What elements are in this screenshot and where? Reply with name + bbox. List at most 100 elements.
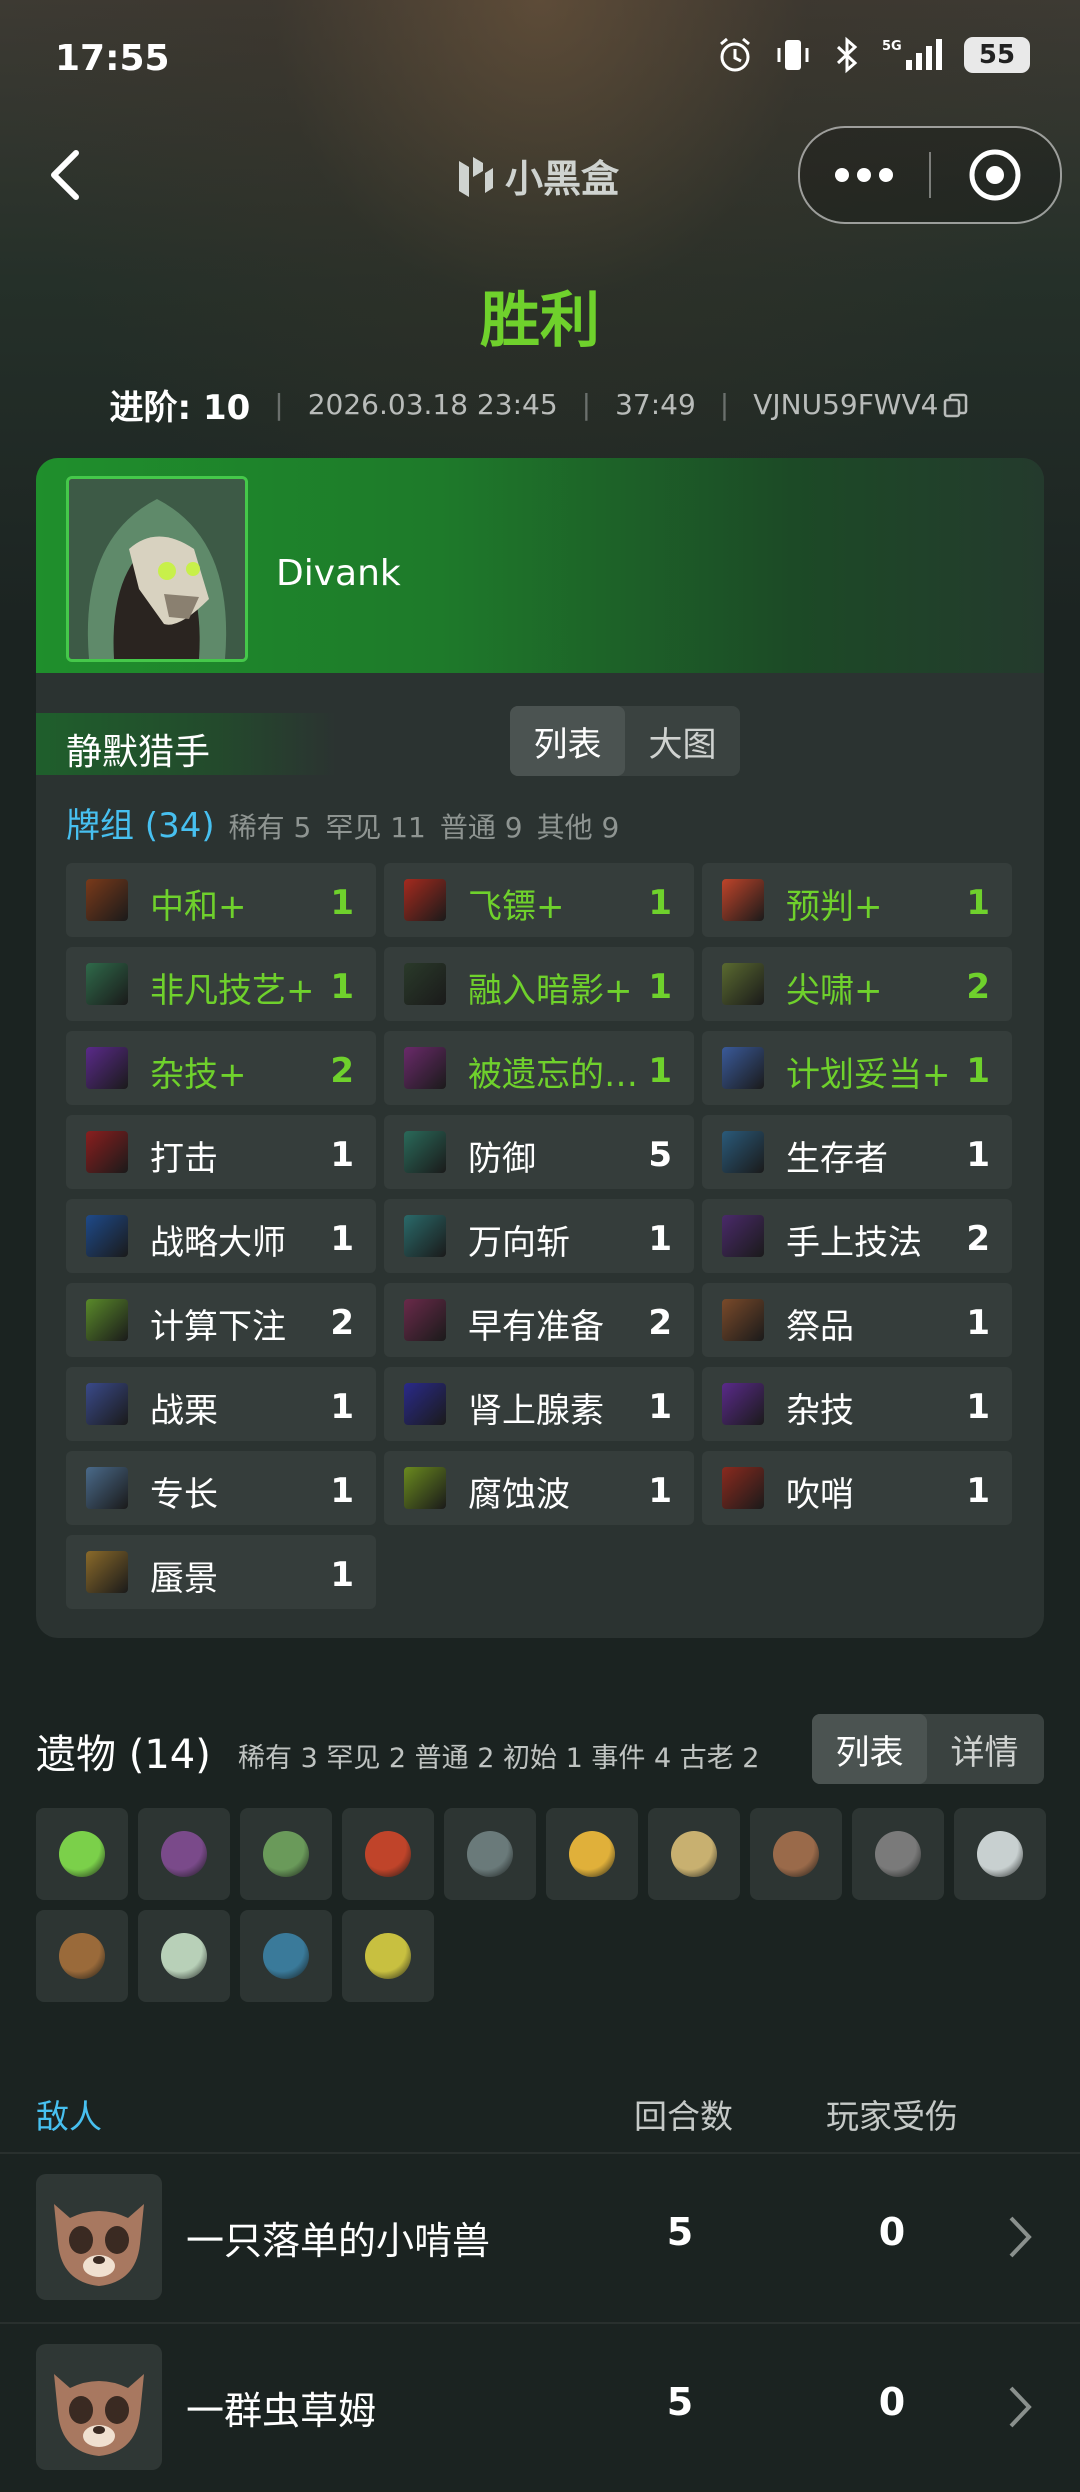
- deck-stat-common: 普通 9: [439, 811, 523, 844]
- list-view-button[interactable]: 列表: [510, 706, 625, 776]
- character-name: 静默猎手: [66, 732, 211, 773]
- card-name: 生存者: [786, 1139, 888, 1179]
- relic-slot[interactable]: [138, 1910, 230, 2002]
- deck-card-item[interactable]: 预判+ 1: [702, 863, 1012, 937]
- close-miniapp-button[interactable]: [931, 128, 1059, 222]
- deck-card-item[interactable]: 万向斩 1: [384, 1199, 694, 1273]
- card-count: 1: [330, 967, 354, 1007]
- deck-card-item[interactable]: 专长 1: [66, 1451, 376, 1525]
- card-name: 万向斩: [468, 1223, 570, 1263]
- deck-card-item[interactable]: 杂技+ 2: [66, 1031, 376, 1105]
- relic-slot[interactable]: [750, 1808, 842, 1900]
- deck-card-item[interactable]: 计划妥当+ 1: [702, 1031, 1012, 1105]
- card-name: 专长: [150, 1475, 218, 1515]
- more-button[interactable]: [800, 128, 928, 222]
- card-art-icon: [404, 1131, 446, 1173]
- card-name: 防御: [468, 1139, 536, 1179]
- deck-card-item[interactable]: 战栗 1: [66, 1367, 376, 1441]
- mango-icon: [365, 1933, 411, 1979]
- deck-card-item[interactable]: 防御 5: [384, 1115, 694, 1189]
- deck-card-item[interactable]: 计算下注 2: [66, 1283, 376, 1357]
- copy-icon[interactable]: [942, 391, 970, 419]
- card-count: 1: [966, 1387, 990, 1427]
- card-count: 1: [648, 967, 672, 1007]
- card-count: 1: [966, 1051, 990, 1091]
- card-art-icon: [404, 879, 446, 921]
- back-button[interactable]: [40, 145, 90, 205]
- relic-slot[interactable]: [342, 1808, 434, 1900]
- deck-view-toggle: 列表 大图: [510, 706, 740, 776]
- card-count: 1: [330, 1471, 354, 1511]
- relic-slot[interactable]: [240, 1910, 332, 2002]
- meta-separator: |: [581, 388, 592, 421]
- deck-card-item[interactable]: 尖啸+ 2: [702, 947, 1012, 1021]
- enemy-row[interactable]: 一只落单的小啃兽 5 0: [0, 2152, 1080, 2322]
- card-name: 计算下注: [150, 1307, 286, 1347]
- relic-detail-button[interactable]: 详情: [927, 1714, 1042, 1784]
- deck-card-item[interactable]: 非凡技艺+ 1: [66, 947, 376, 1021]
- signal-5g-icon: 5G: [882, 39, 942, 70]
- relic-slot[interactable]: [36, 1808, 128, 1900]
- beast-face-icon: [54, 2204, 144, 2286]
- deck-card-item[interactable]: 肾上腺素 1: [384, 1367, 694, 1441]
- relic-slot[interactable]: [444, 1808, 536, 1900]
- card-count: 1: [648, 1219, 672, 1259]
- deck-card-item[interactable]: 被遗忘的… 1: [384, 1031, 694, 1105]
- anchor-icon: [263, 1933, 309, 1979]
- card-name: 预判+: [786, 887, 883, 927]
- relic-slot[interactable]: [240, 1808, 332, 1900]
- status-icons: 5G 55: [716, 36, 1030, 74]
- deck-card-item[interactable]: 祭品 1: [702, 1283, 1012, 1357]
- deck-card-item[interactable]: 早有准备 2: [384, 1283, 694, 1357]
- card-name: 吹哨: [786, 1475, 854, 1515]
- deck-card-item[interactable]: 腐蚀波 1: [384, 1451, 694, 1525]
- relic-slot[interactable]: [342, 1910, 434, 2002]
- relic-list-button[interactable]: 列表: [812, 1714, 927, 1784]
- relic-view-toggle: 列表 详情: [812, 1714, 1044, 1784]
- card-art-icon: [722, 1047, 764, 1089]
- card-name: 杂技+: [150, 1055, 247, 1095]
- enemy-damage: 0: [878, 2210, 906, 2254]
- card-art-icon: [722, 963, 764, 1005]
- ascension-level: 进阶: 10: [109, 388, 251, 428]
- relic-slot[interactable]: [546, 1808, 638, 1900]
- card-count: 2: [966, 967, 990, 1007]
- meta-separator: |: [719, 388, 730, 421]
- card-name: 非凡技艺+: [150, 971, 315, 1011]
- deck-card-item[interactable]: 杂技 1: [702, 1367, 1012, 1441]
- deck-card-item[interactable]: 中和+ 1: [66, 863, 376, 937]
- card-count: 1: [330, 1219, 354, 1259]
- enemy-row[interactable]: 一群虫草姆 5 0: [0, 2322, 1080, 2492]
- relic-slot[interactable]: [852, 1808, 944, 1900]
- card-art-icon: [722, 1215, 764, 1257]
- deck-card-item[interactable]: 飞镖+ 1: [384, 863, 694, 937]
- deck-card-item[interactable]: 吹哨 1: [702, 1451, 1012, 1525]
- card-name: 被遗忘的…: [468, 1055, 638, 1095]
- card-art-icon: [86, 879, 128, 921]
- relic-slot[interactable]: [138, 1808, 230, 1900]
- card-art-icon: [722, 1467, 764, 1509]
- card-name: 腐蚀波: [468, 1475, 570, 1515]
- deck-card-item[interactable]: 打击 1: [66, 1115, 376, 1189]
- relic-slot[interactable]: [954, 1808, 1046, 1900]
- card-count: 1: [966, 1303, 990, 1343]
- deck-card-item[interactable]: 融入暗影+ 1: [384, 947, 694, 1021]
- card-name: 战栗: [150, 1391, 218, 1431]
- miniapp-capsule: [798, 126, 1062, 224]
- deck-card-item[interactable]: 蜃景 1: [66, 1535, 376, 1609]
- card-art-icon: [722, 1131, 764, 1173]
- relic-slot[interactable]: [648, 1808, 740, 1900]
- cradle-icon: [671, 1831, 717, 1877]
- card-art-icon: [404, 1299, 446, 1341]
- enemy-avatar: [36, 2174, 162, 2300]
- deck-title: 牌组 (34): [66, 806, 215, 846]
- deck-card-item[interactable]: 手上技法 2: [702, 1199, 1012, 1273]
- card-name: 手上技法: [786, 1223, 922, 1263]
- damage-column-header: 玩家受伤: [826, 2097, 958, 2136]
- big-view-button[interactable]: 大图: [625, 706, 740, 776]
- deck-card-item[interactable]: 生存者 1: [702, 1115, 1012, 1189]
- relic-slot[interactable]: [36, 1910, 128, 2002]
- relics-stats: 稀有 3 罕见 2 普通 2 初始 1 事件 4 古老 2: [238, 1743, 760, 1774]
- vibrate-icon: [777, 40, 809, 70]
- deck-card-item[interactable]: 战略大师 1: [66, 1199, 376, 1273]
